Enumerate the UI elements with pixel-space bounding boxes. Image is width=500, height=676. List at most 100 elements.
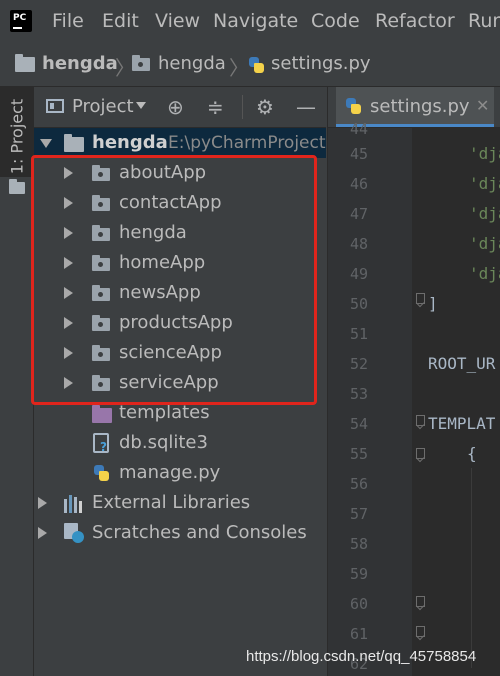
chevron-right-icon[interactable]: [38, 497, 47, 509]
gear-icon[interactable]: ⚙: [256, 95, 274, 119]
project-view-dropdown[interactable]: Project: [46, 96, 146, 117]
close-icon[interactable]: ✕: [476, 96, 489, 115]
chevron-right-icon: 〉: [229, 56, 249, 80]
line-number: 53: [349, 385, 368, 403]
menu-run[interactable]: Run: [468, 10, 500, 32]
code-line-50: ]: [428, 294, 438, 313]
line-number: 61: [349, 625, 368, 643]
tree-templates-label: templates: [119, 402, 210, 423]
breadcrumb-item-project[interactable]: hengda: [42, 53, 118, 74]
code-editor[interactable]: 44 45 46 47 48 49 50 51 52 53 54 55 56 5…: [327, 120, 500, 676]
chevron-right-icon[interactable]: [64, 377, 73, 389]
line-number: 50: [349, 295, 368, 313]
tree-root-row[interactable]: hengda E:\pyCharmProject: [34, 128, 326, 158]
tree-folder-label: contactApp: [119, 192, 222, 213]
fold-marker-icon[interactable]: [416, 626, 425, 637]
folder-icon: [15, 54, 35, 72]
line-number: 56: [349, 475, 368, 493]
templates-folder-icon: [92, 405, 112, 423]
line-number: 57: [349, 505, 368, 523]
code-line-47: 'dja: [469, 204, 500, 223]
tree-folder-label: serviceApp: [119, 372, 219, 393]
chevron-right-icon[interactable]: [64, 197, 73, 209]
line-number-gutter: 44 45 46 47 48 49 50 51 52 53 54 55 56 5…: [328, 120, 425, 676]
breadcrumb-item-file[interactable]: settings.py: [271, 53, 371, 74]
code-line-54: TEMPLAT: [428, 414, 496, 433]
fold-marker-icon[interactable]: [416, 415, 425, 426]
tree-folder-row[interactable]: homeApp: [34, 248, 326, 278]
tree-folder-row[interactable]: newsApp: [34, 278, 326, 308]
python-file-icon: [92, 463, 110, 483]
collapse-icon[interactable]: ≑: [207, 95, 224, 119]
menu-edit[interactable]: Edit: [102, 10, 139, 32]
python-file-icon: [247, 55, 265, 75]
tree-scratches-row[interactable]: Scratches and Consoles: [34, 518, 326, 548]
menu-code[interactable]: Code: [311, 10, 360, 32]
tree-folder-label: scienceApp: [119, 342, 222, 363]
chevron-right-icon[interactable]: [64, 167, 73, 179]
fold-marker-icon[interactable]: [416, 596, 425, 607]
package-folder-icon: [92, 225, 110, 241]
tree-root-path: E:\pyCharmProject: [168, 133, 326, 153]
folder-icon: [64, 134, 84, 152]
tree-external-libraries-row[interactable]: External Libraries: [34, 488, 326, 518]
tree-file-label: manage.py: [119, 462, 221, 483]
libraries-icon: [64, 495, 84, 513]
line-number: 46: [349, 175, 368, 193]
line-number: 60: [349, 595, 368, 613]
tree-folder-label: homeApp: [119, 252, 206, 273]
chevron-right-icon[interactable]: [38, 527, 47, 539]
package-folder-icon: [92, 285, 110, 301]
tree-folder-row[interactable]: serviceApp: [34, 368, 326, 398]
tree-folder-row[interactable]: aboutApp: [34, 158, 326, 188]
chevron-right-icon[interactable]: [64, 257, 73, 269]
project-panel-header: Project ⊕ ≑ ⚙ —: [34, 87, 326, 128]
tree-folder-row[interactable]: contactApp: [34, 188, 326, 218]
tab-label: settings.py: [370, 96, 470, 117]
chevron-right-icon[interactable]: [64, 317, 73, 329]
left-tool-strip: 1: Project: [0, 87, 34, 676]
line-number: 58: [349, 535, 368, 553]
tree-folder-row[interactable]: scienceApp: [34, 338, 326, 368]
scratches-icon: [64, 523, 84, 543]
tree-folder-row[interactable]: hengda: [34, 218, 326, 248]
target-icon[interactable]: ⊕: [167, 95, 184, 119]
folder-icon: [9, 179, 25, 194]
fold-marker-icon[interactable]: [416, 448, 425, 459]
chevron-right-icon[interactable]: [64, 287, 73, 299]
menu-file[interactable]: File: [52, 10, 84, 32]
line-number: 47: [349, 205, 368, 223]
tree-folder-row[interactable]: productsApp: [34, 308, 326, 338]
tree-file-label: db.sqlite3: [119, 432, 208, 453]
code-line-48: 'dja: [469, 234, 500, 253]
code-line-52: ROOT_UR: [428, 354, 496, 373]
database-file-icon: ?: [93, 433, 109, 454]
project-tool-tab-label: 1: Project: [7, 98, 27, 175]
package-folder-icon: [92, 165, 110, 181]
chevron-right-icon[interactable]: [64, 227, 73, 239]
menu-navigate[interactable]: Navigate: [213, 10, 298, 32]
tree-templates-row[interactable]: templates: [34, 398, 326, 428]
chevron-down-icon[interactable]: [40, 139, 52, 148]
tree-external-libraries-label: External Libraries: [92, 492, 251, 513]
menu-view[interactable]: View: [155, 10, 200, 32]
code-line-45: 'dja: [469, 144, 500, 163]
line-number: 44: [349, 120, 368, 138]
tree-file-row[interactable]: manage.py: [34, 458, 326, 488]
chevron-down-icon: [135, 102, 146, 109]
breadcrumb-item-package[interactable]: hengda: [158, 53, 226, 74]
python-file-icon: [344, 96, 362, 116]
package-folder-icon: [92, 255, 110, 271]
minimize-icon[interactable]: —: [296, 95, 316, 119]
project-tool-tab[interactable]: 1: Project: [0, 87, 33, 177]
pycharm-logo-icon: PC: [10, 10, 32, 32]
tree-file-row[interactable]: ? db.sqlite3: [34, 428, 326, 458]
chevron-right-icon[interactable]: [64, 347, 73, 359]
line-number: 51: [349, 325, 368, 343]
menu-refactor[interactable]: Refactor: [375, 10, 455, 32]
line-number: 55: [349, 445, 368, 463]
folder-icon: [132, 55, 150, 71]
menu-bar: PC File Edit View Navigate Code Refactor…: [0, 0, 500, 44]
fold-marker-icon[interactable]: [416, 293, 425, 304]
line-number: 45: [349, 145, 368, 163]
